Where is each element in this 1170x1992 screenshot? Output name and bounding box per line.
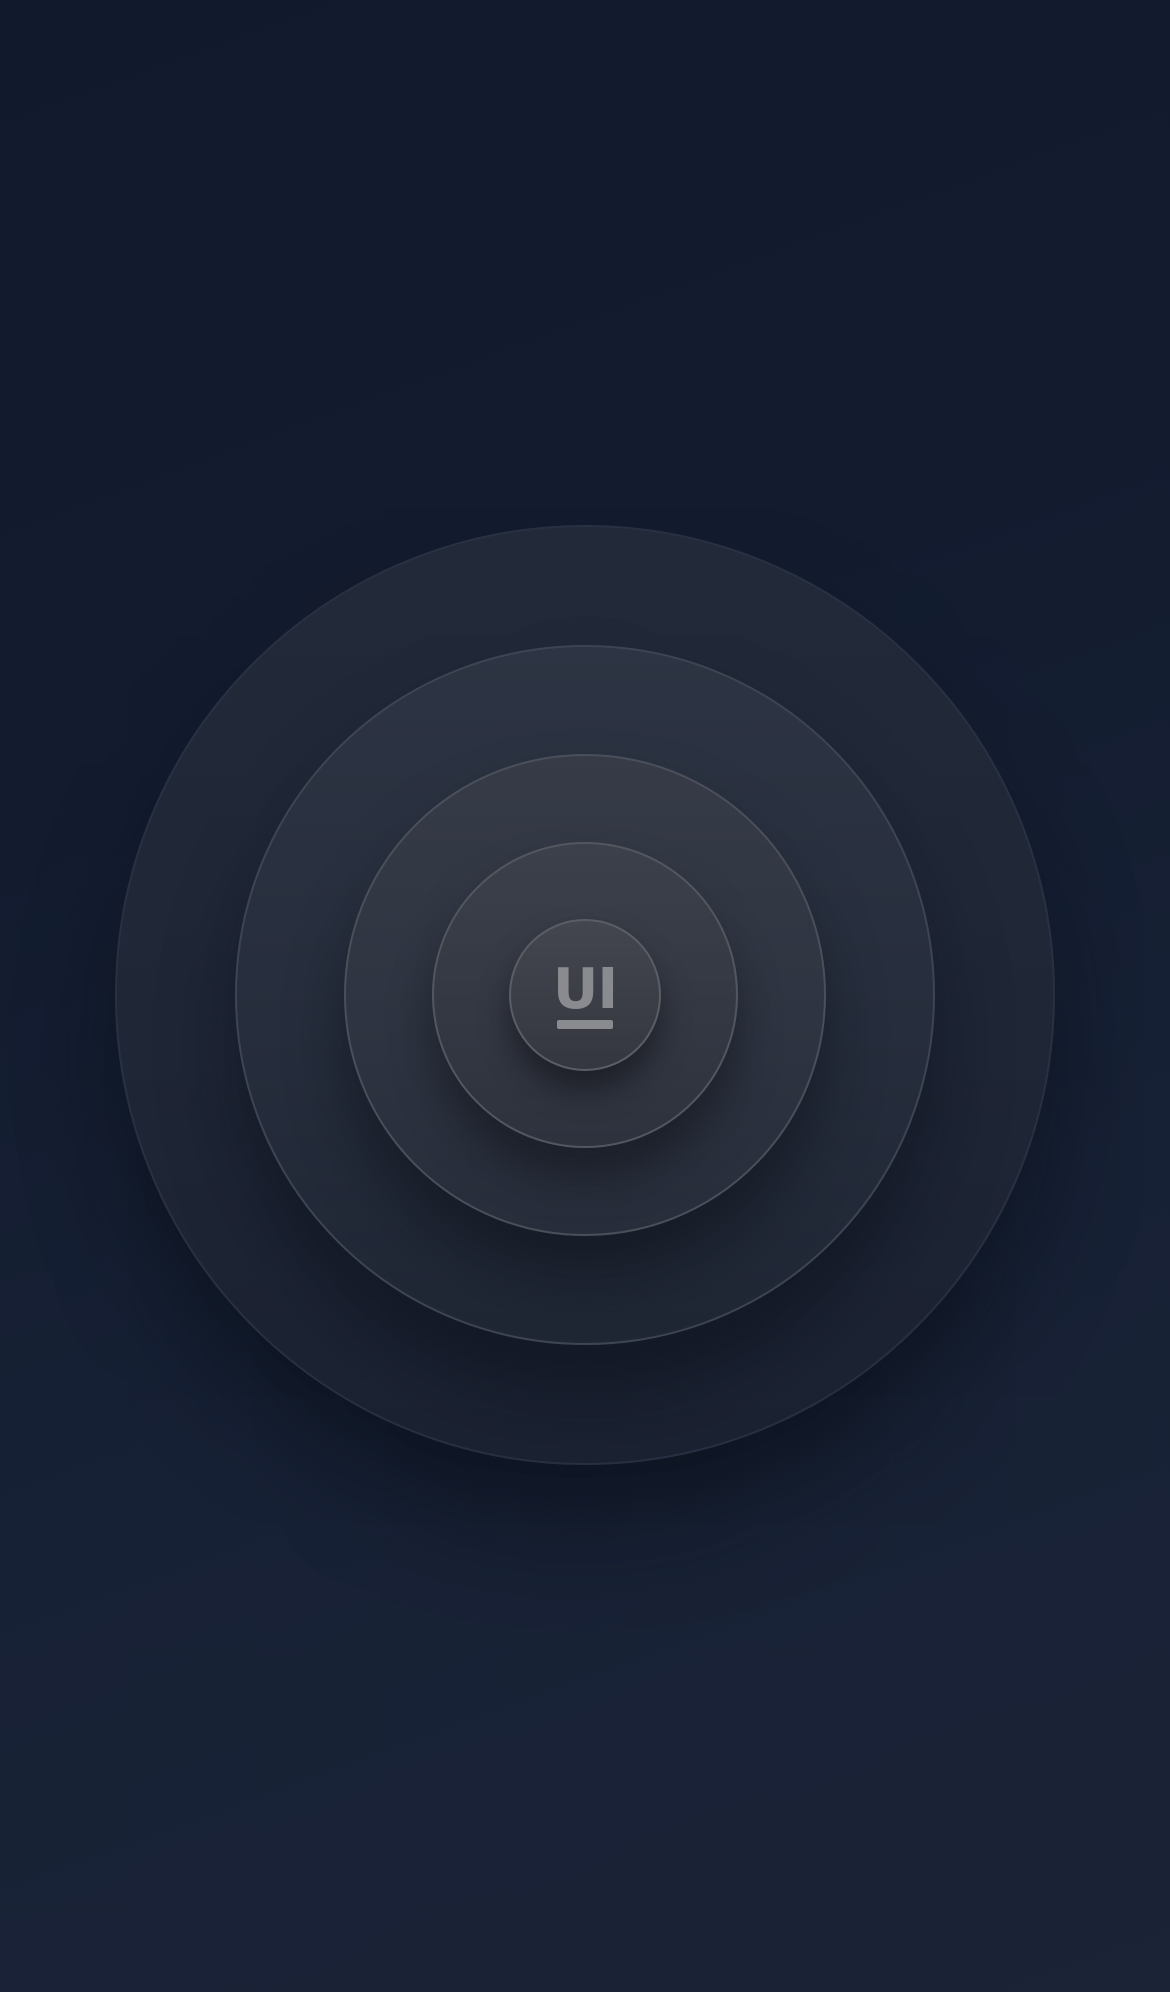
- ui-logo: UI: [552, 956, 618, 1029]
- underline-icon: [557, 1019, 613, 1029]
- logo-text: UI: [552, 956, 618, 1022]
- center-logo-button[interactable]: UI: [509, 919, 661, 1071]
